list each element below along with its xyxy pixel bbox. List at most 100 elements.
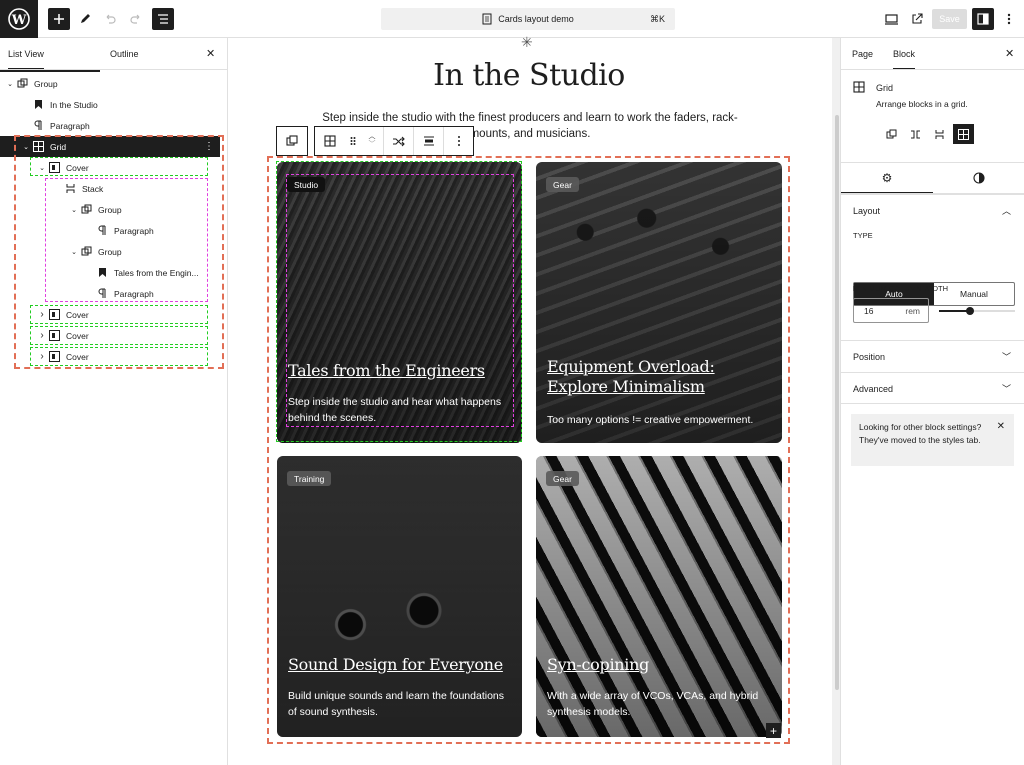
- undo-icon: [106, 14, 116, 24]
- transform-button[interactable]: [383, 127, 413, 155]
- parent-select-group: [276, 126, 308, 156]
- advanced-panel-title[interactable]: Advanced: [853, 384, 893, 394]
- settings-styles-tabs: ⚙: [841, 162, 1024, 194]
- chevron-up-icon[interactable]: ︿: [1002, 204, 1011, 217]
- tree-item-in-the-studio[interactable]: In the Studio: [0, 94, 228, 115]
- external-link-icon: [912, 13, 923, 24]
- inspector-tabs: Page Block ✕: [841, 38, 1024, 70]
- shortcut-hint: ⌘K: [649, 14, 665, 24]
- editor-top-bar: W Cards layout demo ⌘K Save: [0, 0, 1024, 38]
- layout-panel-title[interactable]: Layout: [853, 206, 880, 216]
- variation-stack-button[interactable]: [929, 124, 949, 144]
- position-panel[interactable]: Position ﹀: [841, 340, 1024, 372]
- bookmark-icon: [31, 99, 45, 111]
- list-view-icon: [158, 14, 168, 24]
- more-vertical-icon: [457, 136, 460, 146]
- dismiss-notice-button[interactable]: ✕: [997, 421, 1005, 434]
- redo-button[interactable]: [125, 8, 147, 30]
- svg-text:W: W: [11, 13, 27, 28]
- min-column-width-value: 16: [864, 306, 874, 316]
- unit-select[interactable]: rem: [905, 306, 920, 316]
- select-parent-button[interactable]: [277, 127, 307, 155]
- position-panel-title[interactable]: Position: [853, 352, 885, 362]
- stack-hover-outline: [286, 174, 514, 427]
- tree-item-paragraph[interactable]: Paragraph: [0, 115, 228, 136]
- hover-outline: [30, 347, 208, 366]
- command-palette-bar[interactable]: Cards layout demo ⌘K: [381, 8, 675, 30]
- undo-button[interactable]: [99, 8, 121, 30]
- stack-icon: [935, 129, 943, 139]
- block-name: Grid: [876, 83, 894, 93]
- variation-group-button[interactable]: [881, 124, 901, 144]
- block-description: Arrange blocks in a grid.: [876, 99, 968, 109]
- plus-icon: [54, 14, 64, 24]
- group-icon: [286, 135, 298, 146]
- tab-block[interactable]: Block: [893, 49, 916, 69]
- block-toolbar: ︿ ﹀: [276, 126, 474, 156]
- close-inspector-button[interactable]: ✕: [1005, 47, 1014, 60]
- save-button[interactable]: Save: [932, 9, 967, 29]
- min-column-width-label: MINIMUM COLUMN WIDTH: [853, 284, 948, 293]
- gear-icon: ⚙: [881, 170, 893, 185]
- contrast-icon: [973, 172, 985, 184]
- align-button[interactable]: [413, 127, 443, 155]
- hover-outline: [45, 178, 208, 302]
- block-tools-group: ︿ ﹀: [314, 126, 474, 156]
- chevron-down-icon[interactable]: ﹀: [369, 141, 376, 149]
- tab-outline[interactable]: Outline: [110, 49, 139, 59]
- grid-add-block-button[interactable]: +: [766, 723, 781, 738]
- tools-button[interactable]: [74, 8, 96, 30]
- chevron-down-icon[interactable]: ﹀: [1002, 350, 1011, 363]
- group-icon: [886, 129, 896, 138]
- page-icon: [482, 13, 492, 25]
- variation-grid-button[interactable]: [953, 124, 974, 144]
- sidebar-icon: [977, 13, 989, 25]
- variation-row-button[interactable]: [905, 124, 925, 144]
- view-site-button[interactable]: [906, 8, 928, 30]
- tree-item-group[interactable]: ⌄ Group: [0, 73, 228, 94]
- block-inspector: Page Block ✕ Grid Arrange blocks in a gr…: [840, 38, 1024, 765]
- document-overview-button[interactable]: [152, 8, 174, 30]
- more-vertical-icon: [1007, 13, 1011, 25]
- settings-toggle-button[interactable]: [972, 8, 994, 30]
- chevron-down-icon[interactable]: ⌄: [5, 80, 15, 88]
- list-view-tabs: List View Outline ✕: [0, 38, 227, 70]
- type-label: TYPE: [853, 231, 873, 240]
- wordpress-logo-button[interactable]: W: [0, 0, 38, 38]
- block-type-button[interactable]: [315, 127, 345, 155]
- align-wide-icon: [423, 136, 434, 146]
- tree-item-label: Group: [34, 78, 58, 89]
- advanced-panel[interactable]: Advanced ﹀: [841, 372, 1024, 404]
- canvas-scrollbar[interactable]: [835, 115, 839, 690]
- drag-icon: [350, 137, 356, 145]
- drag-handle[interactable]: [345, 127, 361, 155]
- tree-item-label: In the Studio: [50, 99, 98, 110]
- grid-icon: [853, 81, 865, 93]
- slider-thumb[interactable]: [966, 307, 974, 315]
- tab-page[interactable]: Page: [852, 49, 873, 59]
- chevron-down-icon[interactable]: ﹀: [1002, 382, 1011, 395]
- page-heading[interactable]: In the Studio: [228, 58, 830, 93]
- grid-icon: [324, 135, 336, 147]
- pencil-icon: [81, 14, 90, 23]
- add-block-button[interactable]: [48, 8, 70, 30]
- tab-styles[interactable]: [933, 163, 1024, 193]
- min-column-width-slider[interactable]: [939, 307, 1015, 315]
- move-up-down-buttons[interactable]: ︿ ﹀: [361, 127, 383, 155]
- chevron-up-icon[interactable]: ︿: [369, 133, 376, 141]
- notice-text: Looking for other block settings? They'v…: [859, 422, 982, 445]
- close-list-view-button[interactable]: ✕: [206, 47, 215, 60]
- min-column-width-input[interactable]: 16 rem: [853, 298, 929, 323]
- grid-icon: [958, 128, 969, 140]
- preview-button[interactable]: [880, 8, 902, 30]
- tab-settings[interactable]: ⚙: [841, 163, 933, 193]
- row-icon: [910, 130, 920, 138]
- asterisk-icon: ✳: [521, 34, 533, 50]
- plus-icon: +: [769, 723, 777, 738]
- tab-list-view[interactable]: List View: [8, 49, 44, 69]
- shuffle-icon: [393, 136, 405, 146]
- block-options-button[interactable]: [443, 127, 473, 155]
- options-menu-button[interactable]: [998, 8, 1020, 30]
- variation-switcher: [881, 124, 974, 144]
- hover-outline: [30, 326, 208, 345]
